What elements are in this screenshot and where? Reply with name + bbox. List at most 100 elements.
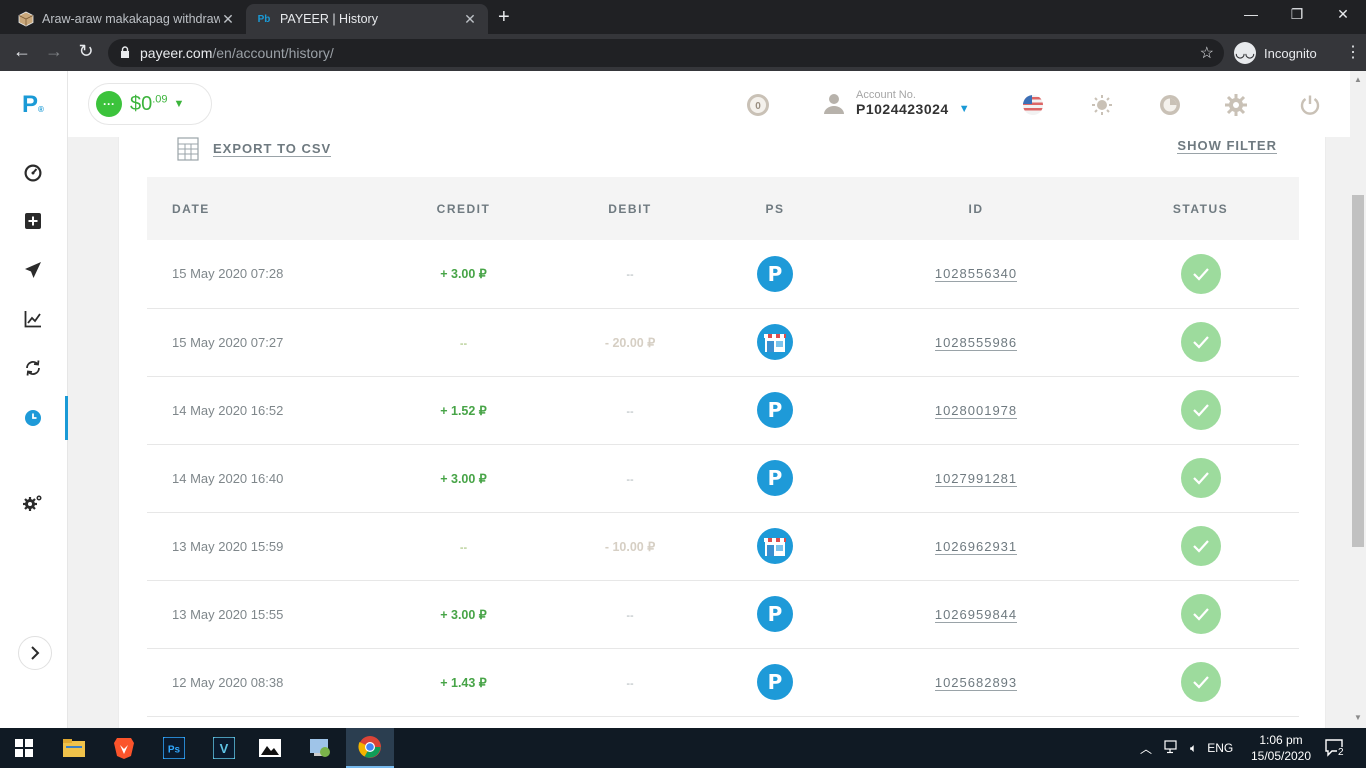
shop-store-icon — [757, 528, 793, 564]
table-header-row: DATE CREDIT DEBIT PS ID STATUS — [147, 177, 1299, 240]
file-explorer-icon[interactable] — [50, 728, 98, 768]
tray-expand-icon[interactable]: ︿ — [1140, 740, 1152, 757]
export-csv-button[interactable]: EXPORT TO CSV — [177, 137, 332, 161]
history-clock-icon[interactable] — [22, 407, 44, 429]
payeer-ps-icon: P — [757, 460, 793, 496]
close-tab-icon[interactable]: ✕ — [462, 11, 478, 28]
back-icon[interactable]: ← — [10, 41, 34, 62]
network-icon[interactable] — [1164, 739, 1180, 757]
row-credit: + 1.43 ₽ — [440, 675, 487, 690]
col-header-ps[interactable]: PS — [700, 177, 850, 240]
status-success-check-icon — [1180, 322, 1221, 362]
tab-payeer-history[interactable]: Pb PAYEER | History ✕ — [246, 4, 488, 34]
col-header-debit[interactable]: DEBIT — [560, 177, 700, 240]
table-row[interactable]: 15 May 2020 07:28 + 3.00 ₽ -- P 10285563… — [147, 240, 1299, 309]
show-filter-button[interactable]: SHOW FILTER — [1177, 137, 1277, 155]
expand-sidebar-button[interactable] — [18, 636, 52, 670]
sidebar: P® — [0, 71, 68, 728]
tab-title: PAYEER | History — [280, 12, 378, 26]
settings-gears-icon[interactable] — [22, 492, 44, 514]
close-tab-icon[interactable]: ✕ — [220, 11, 236, 28]
forward-icon[interactable]: → — [42, 41, 66, 62]
row-id-link[interactable]: 1027991281 — [934, 470, 1018, 487]
page-scrollbar[interactable]: ▲ ▼ — [1350, 71, 1366, 728]
brave-browser-icon[interactable] — [100, 728, 148, 768]
exchange-icon[interactable] — [22, 357, 44, 379]
window-close-icon[interactable]: ✕ — [1320, 6, 1366, 23]
scroll-up-icon[interactable]: ▲ — [1354, 75, 1362, 84]
action-center-button[interactable]: 2 — [1324, 738, 1348, 758]
payeer-ps-icon: P — [757, 664, 793, 700]
scrollbar-thumb[interactable] — [1352, 195, 1364, 547]
account-label: Account No. — [856, 89, 916, 101]
row-id-link[interactable]: 1028556340 — [934, 266, 1018, 283]
row-id-link[interactable]: 1028001978 — [934, 402, 1018, 419]
col-header-id[interactable]: ID — [850, 177, 1102, 240]
address-bar[interactable]: payeer.com/en/account/history/ ☆ — [108, 39, 1224, 67]
col-header-status[interactable]: STATUS — [1102, 177, 1299, 240]
send-icon[interactable] — [22, 259, 44, 281]
language-flag-icon[interactable] — [1021, 93, 1045, 117]
row-date: 13 May 2020 15:55 — [147, 580, 367, 649]
windows-start-button[interactable] — [0, 728, 48, 768]
table-row[interactable]: 12 May 2020 08:38 + 1.43 ₽ -- P 10256828… — [147, 648, 1299, 717]
table-row[interactable]: 13 May 2020 15:59 -- - 10.00 ₽ 102696293… — [147, 512, 1299, 581]
language-indicator[interactable]: ENG — [1207, 741, 1233, 755]
table-row[interactable]: 14 May 2020 16:40 + 3.00 ₽ -- P 10279912… — [147, 444, 1299, 513]
row-id-link[interactable]: 1028555986 — [934, 334, 1018, 351]
history-panel: EXPORT TO CSV SHOW FILTER DATE CREDIT DE… — [118, 137, 1326, 728]
row-credit: -- — [459, 541, 468, 554]
minimize-icon[interactable]: — — [1228, 6, 1274, 22]
scroll-down-icon[interactable]: ▼ — [1354, 713, 1362, 722]
settings-gear-icon[interactable] — [1224, 93, 1248, 117]
balance-selector[interactable]: ··· $0.09 ▼ — [88, 83, 212, 125]
show-filter-label: SHOW FILTER — [1177, 138, 1277, 154]
chevron-right-icon — [31, 646, 40, 660]
logout-power-icon[interactable] — [1298, 93, 1322, 117]
col-header-date[interactable]: DATE — [147, 177, 367, 240]
url-path: /en/account/history/ — [212, 45, 334, 61]
account-selector[interactable]: Account No. P1024423024 ▼ — [822, 89, 970, 117]
system-tool-icon[interactable] — [296, 728, 344, 768]
new-tab-icon[interactable]: + — [498, 6, 510, 29]
tab-araw-araw[interactable]: Araw-araw makakapag withdraw ✕ — [8, 4, 246, 34]
photos-icon[interactable] — [246, 728, 294, 768]
browser-menu-icon[interactable]: ⋮ — [1345, 42, 1361, 62]
system-clock[interactable]: 1:06 pm 15/05/2020 — [1246, 732, 1316, 764]
table-row[interactable]: 15 May 2020 07:27 -- - 20.00 ₽ 102855598… — [147, 308, 1299, 377]
video-editor-icon[interactable]: V — [200, 728, 248, 768]
row-credit: + 3.00 ₽ — [440, 267, 487, 282]
chrome-icon[interactable] — [346, 728, 394, 768]
col-header-credit[interactable]: CREDIT — [367, 177, 560, 240]
add-funds-icon[interactable] — [22, 210, 44, 232]
row-date: 15 May 2020 07:28 — [147, 240, 367, 309]
dashboard-icon[interactable] — [22, 162, 44, 184]
tab-title: Araw-araw makakapag withdraw — [42, 12, 220, 26]
row-debit: -- — [626, 269, 634, 282]
restore-icon[interactable]: ❐ — [1274, 6, 1320, 23]
clock-time: 1:06 pm — [1259, 733, 1303, 747]
payeer-logo[interactable]: P® — [22, 91, 44, 119]
url-host: payeer.com — [140, 45, 213, 61]
chart-icon[interactable] — [22, 308, 44, 330]
incognito-indicator[interactable]: ◡◡ Incognito — [1234, 39, 1317, 67]
row-debit: -- — [626, 405, 634, 418]
table-row[interactable]: 13 May 2020 15:55 + 3.00 ₽ -- P 10269598… — [147, 580, 1299, 649]
payeer-favicon-icon: Pb — [257, 13, 271, 25]
notification-count: 2 — [1337, 747, 1345, 758]
volume-icon[interactable]: 🔈︎ — [1190, 741, 1197, 756]
clock-date: 15/05/2020 — [1250, 749, 1312, 763]
row-id-link[interactable]: 1025682893 — [934, 674, 1018, 691]
row-id-link[interactable]: 1026959844 — [934, 606, 1018, 623]
notifications-zero-icon[interactable]: 0 — [746, 93, 770, 117]
row-credit: -- — [459, 337, 468, 350]
support-icon[interactable] — [1158, 93, 1182, 117]
theme-sun-icon[interactable] — [1090, 93, 1114, 117]
table-row[interactable]: 14 May 2020 16:52 + 1.52 ₽ -- P 10280019… — [147, 376, 1299, 445]
row-debit: -- — [626, 677, 634, 690]
reload-icon[interactable]: ↻ — [74, 41, 98, 62]
row-id-link[interactable]: 1026962931 — [934, 538, 1018, 555]
payeer-ps-icon: P — [757, 392, 793, 428]
photoshop-icon[interactable]: Ps — [150, 728, 198, 768]
bookmark-star-icon[interactable]: ☆ — [1200, 43, 1214, 63]
